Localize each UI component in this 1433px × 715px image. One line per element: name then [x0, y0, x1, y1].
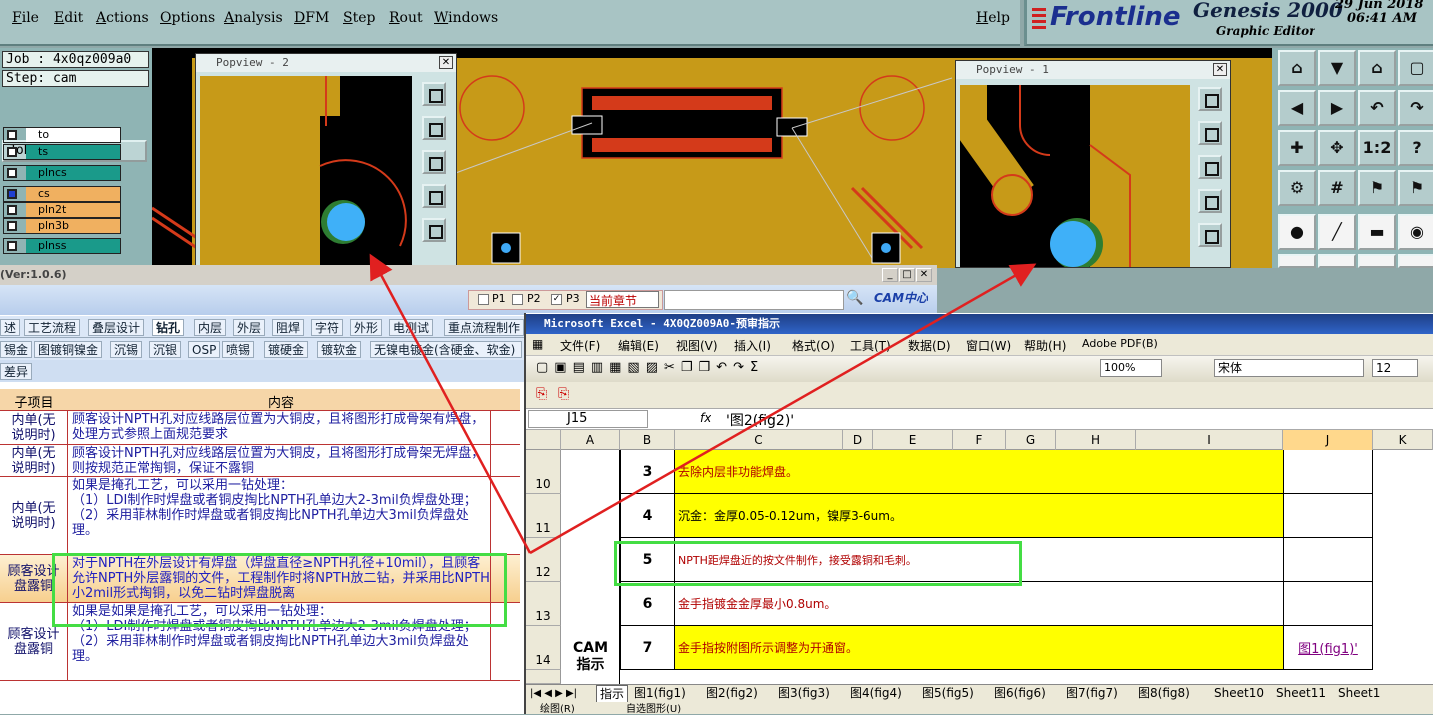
arrow-to-popview-1 [529, 263, 1037, 555]
annotation-arrows [369, 253, 1037, 555]
arrow-to-popview-2 [369, 253, 532, 554]
